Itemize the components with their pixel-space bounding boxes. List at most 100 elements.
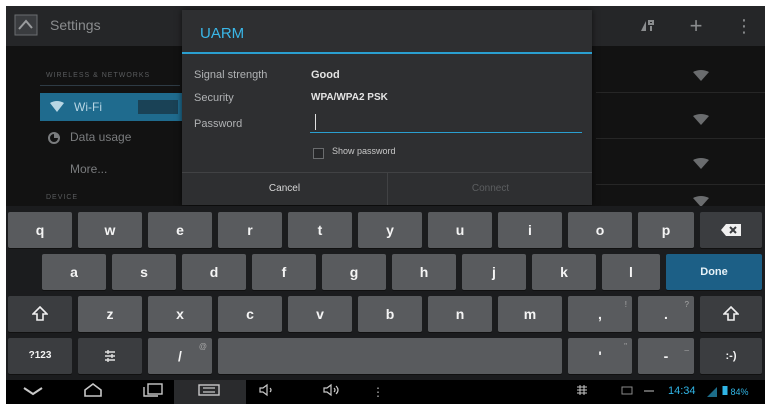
android-screen: Settings + ⋮ WIRELESS & NETWORKS Wi-Fi D… xyxy=(6,6,765,404)
wifi-signal-icon xyxy=(693,70,709,81)
overflow-menu-icon[interactable]: ⋮ xyxy=(734,13,754,39)
sidebar-item-data-usage[interactable]: Data usage xyxy=(70,130,131,144)
section-divider xyxy=(40,85,180,86)
password-label: Password xyxy=(194,118,243,130)
shift-key-right[interactable] xyxy=(700,296,762,332)
sidebar-item-more[interactable]: More... xyxy=(70,162,107,176)
key-k[interactable]: k xyxy=(532,254,596,290)
usb-status-icon xyxy=(642,383,656,401)
key-t[interactable]: t xyxy=(288,212,352,248)
key-dash-label: - xyxy=(663,348,669,364)
sidebar-item-wifi[interactable]: Wi-Fi xyxy=(40,93,185,121)
battery-percent: 84% xyxy=(730,387,749,397)
key-a[interactable]: a xyxy=(42,254,106,290)
screen-status-icon xyxy=(620,383,634,401)
key-j[interactable]: j xyxy=(462,254,526,290)
wifi-toggle[interactable] xyxy=(138,100,178,114)
key-s[interactable]: s xyxy=(112,254,176,290)
key-x[interactable]: x xyxy=(148,296,212,332)
cancel-button[interactable]: Cancel xyxy=(182,173,387,205)
symbols-key[interactable]: ?123 xyxy=(8,338,72,374)
key-comma-label: , xyxy=(598,306,602,322)
key-period[interactable]: . ? xyxy=(638,296,694,332)
list-divider xyxy=(596,184,765,185)
key-o[interactable]: o xyxy=(568,212,632,248)
volume-up-icon[interactable] xyxy=(320,383,344,401)
settings-app-icon[interactable] xyxy=(14,14,38,36)
key-v[interactable]: v xyxy=(288,296,352,332)
soft-keyboard: q w e r t y u i o p a s d f g h j k l Do… xyxy=(6,206,765,380)
wifi-signal-icon xyxy=(693,158,709,169)
dialog-title-divider xyxy=(182,52,592,54)
menu-icon[interactable]: ⋮ xyxy=(372,383,384,401)
action-bar-title: Settings xyxy=(50,17,101,33)
key-b[interactable]: b xyxy=(358,296,422,332)
wifi-signal-icon xyxy=(693,114,709,125)
show-password-checkbox[interactable] xyxy=(313,148,324,159)
key-p[interactable]: p xyxy=(638,212,694,248)
key-comma[interactable]: , ! xyxy=(568,296,632,332)
wifi-label: Wi-Fi xyxy=(74,100,102,114)
smiley-key[interactable]: :-) xyxy=(700,338,762,374)
settings-key[interactable] xyxy=(78,338,142,374)
key-slash-hint: @ xyxy=(198,342,207,351)
wifi-status-icon xyxy=(707,387,717,397)
key-dash-hint: _ xyxy=(684,342,689,351)
key-f[interactable]: f xyxy=(252,254,316,290)
keyboard-settings-icon xyxy=(105,350,115,362)
key-c[interactable]: c xyxy=(218,296,282,332)
screenshot-icon[interactable] xyxy=(194,383,224,401)
key-n[interactable]: n xyxy=(428,296,492,332)
volume-down-icon[interactable] xyxy=(256,383,278,401)
key-w[interactable]: w xyxy=(78,212,142,248)
connect-button[interactable]: Connect xyxy=(388,173,593,205)
done-key[interactable]: Done xyxy=(666,254,762,290)
shift-key-left[interactable] xyxy=(8,296,72,332)
signal-strength-value: Good xyxy=(311,69,340,81)
data-usage-icon xyxy=(48,132,60,144)
key-i[interactable]: i xyxy=(498,212,562,248)
key-apostrophe[interactable]: ' " xyxy=(568,338,632,374)
key-u[interactable]: u xyxy=(428,212,492,248)
key-r[interactable]: r xyxy=(218,212,282,248)
key-y[interactable]: y xyxy=(358,212,422,248)
add-network-icon[interactable]: + xyxy=(682,13,710,39)
dialog-title-bar: UARM xyxy=(182,10,592,54)
status-clock: 14:34 xyxy=(668,385,696,397)
key-d[interactable]: d xyxy=(182,254,246,290)
key-l[interactable]: l xyxy=(602,254,660,290)
security-label: Security xyxy=(194,92,234,104)
key-z[interactable]: z xyxy=(78,296,142,332)
keyboard-status-icon xyxy=(574,383,590,401)
key-m[interactable]: m xyxy=(498,296,562,332)
section-header-device: DEVICE xyxy=(46,194,79,201)
key-period-hint: ? xyxy=(684,300,689,309)
battery-icon xyxy=(722,386,728,395)
key-comma-hint: ! xyxy=(624,300,627,309)
backspace-icon xyxy=(721,224,741,236)
key-dash[interactable]: - _ xyxy=(638,338,694,374)
key-period-label: . xyxy=(664,306,668,322)
signal-strength-label: Signal strength xyxy=(194,69,268,81)
key-h[interactable]: h xyxy=(392,254,456,290)
space-bar[interactable] xyxy=(218,338,562,374)
recent-apps-icon[interactable] xyxy=(138,383,168,401)
dialog-title: UARM xyxy=(200,25,245,42)
wifi-connect-dialog: UARM Signal strength Good Security WPA/W… xyxy=(182,10,592,205)
hide-keyboard-icon[interactable] xyxy=(18,383,48,401)
system-nav-bar: ⋮ 14:34 84% xyxy=(6,380,765,404)
key-g[interactable]: g xyxy=(322,254,386,290)
show-password-label[interactable]: Show password xyxy=(332,146,396,156)
wifi-connect-icon[interactable] xyxy=(634,13,662,39)
wifi-icon xyxy=(50,101,64,112)
key-q[interactable]: q xyxy=(8,212,72,248)
key-e[interactable]: e xyxy=(148,212,212,248)
section-header-wireless: WIRELESS & NETWORKS xyxy=(46,72,151,79)
list-divider xyxy=(596,138,765,139)
password-input[interactable] xyxy=(310,112,582,133)
home-icon[interactable] xyxy=(78,383,108,401)
key-slash[interactable]: / @ xyxy=(148,338,212,374)
backspace-key[interactable] xyxy=(700,212,762,248)
shift-icon xyxy=(722,305,740,321)
key-apostrophe-hint: " xyxy=(624,342,627,351)
